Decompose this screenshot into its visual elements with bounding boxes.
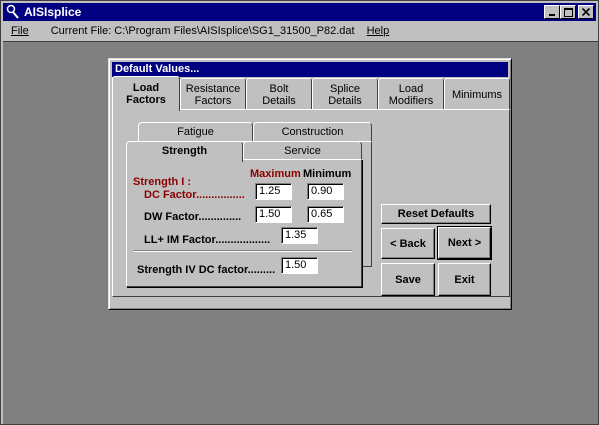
dw-min-field[interactable]: 0.65 [307,206,344,223]
close-icon [582,8,590,16]
tab-label: Load [132,82,160,94]
close-button[interactable] [578,5,594,19]
strength4-label: Strength IV DC factor......... [137,264,276,276]
llim-field[interactable]: 1.35 [281,227,318,244]
dc-factor-label: DC Factor................ [144,189,245,201]
back-button[interactable]: < Back [381,228,435,259]
tab-fatigue[interactable]: Fatigue [138,122,253,142]
tab-splice-details[interactable]: Splice Details [312,78,378,110]
tab-minimums[interactable]: Minimums [444,78,510,110]
tab-label: Details [328,94,362,107]
dw-factor-label: DW Factor.............. [144,211,242,223]
tab-label: Modifiers [388,94,434,107]
save-button[interactable]: Save [381,263,435,296]
minimize-button[interactable] [544,5,560,19]
llim-factor-label: LL+ IM Factor.................. [144,234,271,246]
tab-load-factors[interactable]: Load Factors [112,76,180,111]
tab-label: Minimums [451,88,503,101]
strength4-field[interactable]: 1.50 [281,257,318,274]
tab-resistance-factors[interactable]: Resistance Factors [180,78,246,110]
tab-label: Details [262,94,296,107]
minimum-header: Minimum [303,168,352,180]
menu-bar: File Current File: C:\Program Files\AISI… [3,22,596,40]
exit-label: Exit [454,273,475,286]
next-button[interactable]: Next > [437,226,492,260]
dialog-title: Default Values... [112,62,508,77]
tab-label: Load [398,82,424,95]
maximize-icon [563,7,573,17]
dc-max-field[interactable]: 1.25 [255,183,292,200]
title-bar: AISIsplice [3,3,596,21]
tab-bolt-details[interactable]: Bolt Details [246,78,312,110]
reset-defaults-button[interactable]: Reset Defaults [381,204,491,224]
tab-strength[interactable]: Strength [126,141,243,162]
save-label: Save [395,273,421,286]
tab-label: Factors [126,94,166,106]
maximize-button[interactable] [560,5,576,19]
tab-label: Resistance [185,82,241,95]
tab-service[interactable]: Service [243,141,362,161]
tab-load-modifiers[interactable]: Load Modifiers [378,78,444,110]
menu-file[interactable]: File [11,25,29,37]
window-title: AISIsplice [24,5,82,19]
tab-label: Splice [330,82,360,95]
back-label: < Back [390,237,426,250]
tab-construction[interactable]: Construction [253,122,372,142]
reset-defaults-label: Reset Defaults [397,208,475,220]
maximum-header: Maximum [250,168,301,180]
dc-min-field[interactable]: 0.90 [307,183,344,200]
tab-label: Bolt [269,82,289,95]
menu-help[interactable]: Help [367,25,390,37]
app-icon [5,4,21,20]
current-file-label: Current File: C:\Program Files\AISIsplic… [50,25,355,37]
exit-button[interactable]: Exit [438,263,491,296]
dw-max-field[interactable]: 1.50 [255,206,292,223]
next-label: Next > [447,237,482,249]
tab-label: Factors [194,94,232,107]
divider [134,250,352,252]
minimize-icon [549,14,555,16]
strength1-label: Strength I : [133,176,192,188]
